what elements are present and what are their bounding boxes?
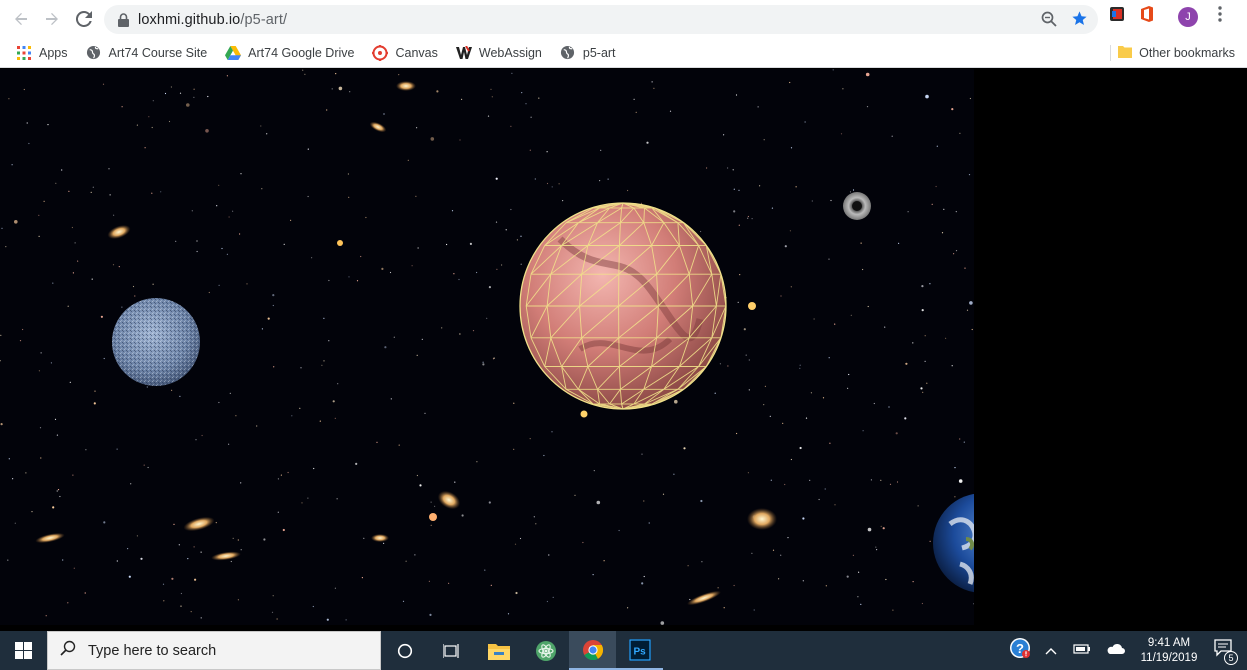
- pink-wireframe-sphere: [519, 202, 727, 410]
- p5-canvas[interactable]: [0, 69, 974, 625]
- webassign-icon: [455, 45, 472, 61]
- forward-button[interactable]: [38, 5, 66, 33]
- atom-editor-button[interactable]: [522, 631, 569, 670]
- bookmark-other-bookmarks[interactable]: Other bookmarks: [1118, 41, 1235, 65]
- windows-logo-icon: [15, 642, 32, 659]
- photoshop-button[interactable]: Ps: [616, 631, 663, 670]
- bookmarks-bar: Apps Art74 Course Site Art74 Google Driv…: [0, 38, 1247, 68]
- office-extension-icon[interactable]: [1138, 5, 1156, 28]
- onedrive-cloud-icon[interactable]: [1105, 642, 1125, 660]
- reload-button[interactable]: [70, 5, 98, 33]
- globe-icon: [86, 45, 102, 61]
- extension-icon[interactable]: [1108, 5, 1126, 28]
- bookmark-label: Art74 Google Drive: [248, 45, 355, 60]
- notification-count-badge: 5: [1224, 651, 1238, 665]
- arrow-left-icon: [15, 13, 27, 25]
- folder-icon: [1118, 45, 1133, 61]
- bookmark-webassign[interactable]: WebAssign: [454, 41, 544, 65]
- bookmark-label: Canvas: [395, 45, 438, 60]
- bookmark-label: Art74 Course Site: [108, 45, 208, 60]
- search-placeholder: Type here to search: [88, 642, 217, 659]
- browser-toolbar: loxhmi.github.io/p5-art/ J: [0, 0, 1247, 38]
- cortana-circle-icon: [397, 643, 412, 658]
- address-bar[interactable]: loxhmi.github.io/p5-art/: [104, 5, 1098, 34]
- cortana-button[interactable]: [381, 631, 428, 670]
- url-host: loxhmi.github.io: [138, 11, 241, 28]
- help-icon[interactable]: ?: [1009, 637, 1031, 664]
- url-path: /p5-art/: [240, 11, 288, 28]
- apps-grid-icon: [16, 45, 32, 61]
- back-button[interactable]: [7, 5, 35, 33]
- bookmark-star-icon[interactable]: [1071, 10, 1088, 32]
- chevron-up-icon[interactable]: [1045, 642, 1057, 660]
- bookmark-canvas[interactable]: Canvas: [370, 41, 439, 65]
- chrome-button[interactable]: [569, 631, 616, 670]
- bookmark-p5-art[interactable]: p5-art: [558, 41, 618, 65]
- blue-noise-sphere: [112, 298, 200, 386]
- clock-time: 9:41 AM: [1147, 636, 1191, 649]
- clock-date: 11/19/2019: [1140, 651, 1198, 664]
- task-view-icon: [442, 643, 459, 658]
- other-bookmarks-label: Other bookmarks: [1139, 46, 1235, 60]
- action-center-button[interactable]: 5: [1213, 637, 1238, 665]
- taskbar-search-box[interactable]: Type here to search: [47, 631, 381, 670]
- zoom-icon[interactable]: [1041, 11, 1057, 32]
- windows-taskbar: Type here to search Ps ? 9:41 AM 11/19/2…: [0, 631, 1247, 670]
- system-tray: ? 9:41 AM 11/19/2019 5: [1009, 631, 1247, 670]
- clock[interactable]: 9:41 AM 11/19/2019: [1131, 636, 1207, 666]
- url-text: loxhmi.github.io/p5-art/: [138, 12, 287, 28]
- google-drive-icon: [225, 45, 242, 61]
- menu-kebab-icon[interactable]: [1218, 6, 1222, 27]
- svg-text:Ps: Ps: [633, 646, 646, 657]
- search-icon: [60, 640, 76, 661]
- start-button[interactable]: [0, 631, 47, 670]
- profile-avatar[interactable]: J: [1178, 6, 1198, 27]
- task-view-button[interactable]: [428, 631, 475, 670]
- atom-icon: [535, 640, 556, 661]
- globe-icon: [560, 45, 576, 61]
- bookmark-label: p5-art: [582, 45, 616, 60]
- file-explorer-icon: [487, 643, 510, 660]
- battery-icon[interactable]: [1073, 642, 1091, 660]
- lock-icon: [116, 12, 130, 27]
- bookmark-art74-course-site[interactable]: Art74 Course Site: [84, 41, 210, 65]
- eyeball-sphere: [843, 192, 871, 220]
- arrow-right-icon: [46, 13, 58, 25]
- file-explorer-button[interactable]: [475, 631, 522, 670]
- bookmarks-separator: [1110, 45, 1111, 61]
- bookmark-label: Apps: [39, 45, 68, 60]
- chrome-icon: [582, 639, 603, 660]
- bookmark-label: WebAssign: [478, 45, 542, 60]
- photoshop-icon: Ps: [628, 638, 651, 661]
- page-viewport: [0, 69, 1247, 631]
- canvas-icon: [372, 44, 389, 61]
- bookmark-art74-google-drive[interactable]: Art74 Google Drive: [223, 41, 356, 65]
- reload-icon: [76, 11, 92, 27]
- bookmark-apps[interactable]: Apps: [14, 41, 70, 65]
